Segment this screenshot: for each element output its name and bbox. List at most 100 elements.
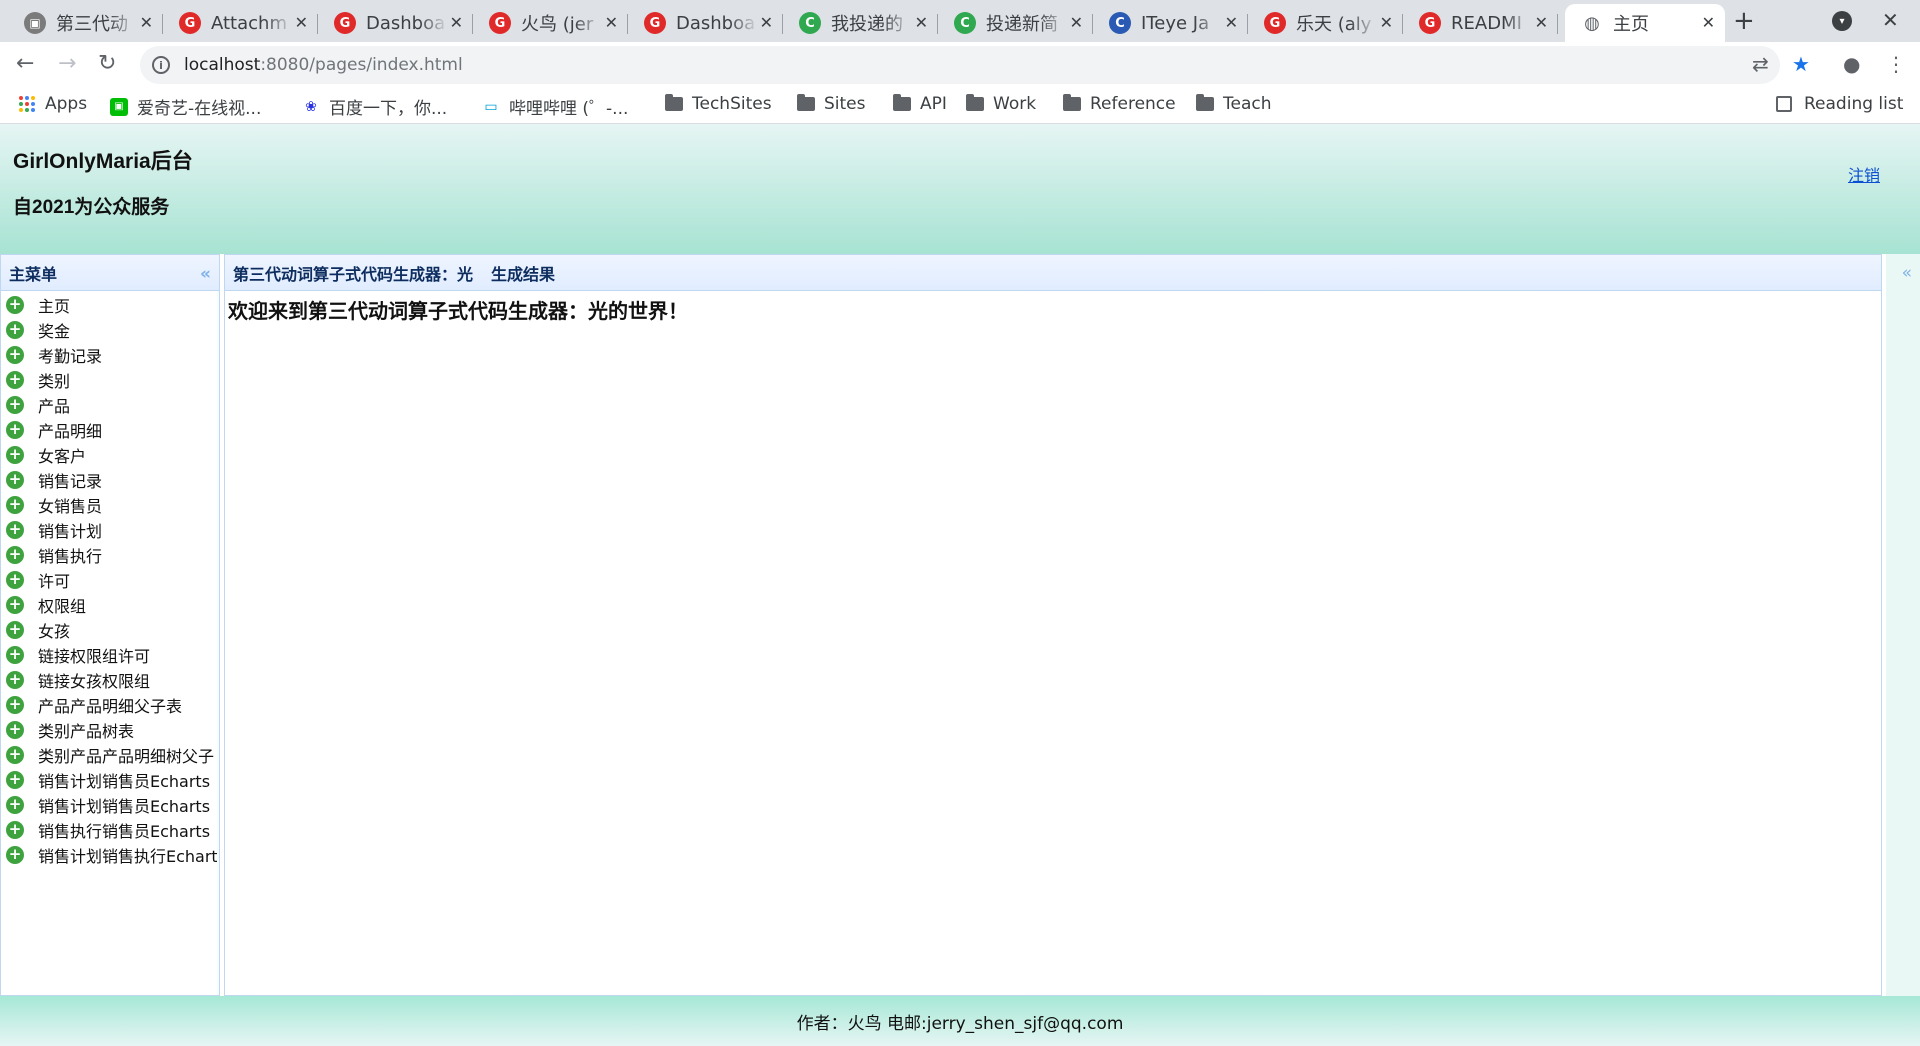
browser-tab[interactable]: G Dashboa ✕ (628, 4, 783, 42)
translate-icon[interactable]: ⇄ (1752, 52, 1769, 76)
bookmark-item[interactable]: ▭ 哔哩哔哩 (゜-... (482, 94, 628, 120)
tab-search-icon[interactable]: ▾ (1832, 11, 1852, 31)
add-plus-icon: + (6, 595, 24, 614)
web-page: GirlOnlyMaria后台 自2021为公众服务 注销 主菜单 « + 主页 +… (0, 124, 1920, 1046)
browser-tab[interactable]: C 我投递的 ✕ (783, 4, 938, 42)
browser-tab[interactable]: C 投递新简 ✕ (938, 4, 1093, 42)
bookmark-item[interactable]: Work (966, 94, 1036, 114)
sidebar-menu-item[interactable]: + 考勤记录 (1, 342, 217, 367)
add-plus-icon: + (6, 295, 24, 314)
browser-tab[interactable]: ◍ 主页 ✕ (1565, 4, 1725, 42)
bilibili-tv-icon: ▭ (484, 98, 498, 115)
bookmark-item[interactable]: Sites (797, 94, 866, 114)
sidebar-menu-item[interactable]: + 女孩 (1, 617, 217, 642)
sidebar-header: 主菜单 « (1, 255, 219, 291)
tab-title: 主页 (1613, 14, 1649, 35)
add-plus-icon: + (6, 545, 24, 564)
site-info-icon[interactable]: i (152, 56, 170, 74)
sidebar-menu-label: 销售执行销售员Echarts (38, 821, 211, 841)
sidebar-menu-label: 链接权限组许可 (38, 646, 151, 666)
tab-close-icon[interactable]: ✕ (1535, 13, 1548, 32)
sidebar-menu-item[interactable]: + 类别产品树表 (1, 717, 217, 742)
sidebar-menu-label: 考勤记录 (38, 346, 103, 366)
sidebar-menu-label: 奖金 (38, 321, 71, 341)
bookmark-item[interactable]: Teach (1196, 94, 1272, 114)
profile-icon[interactable]: ● (1843, 52, 1860, 76)
logout-link[interactable]: 注销 (1848, 162, 1880, 186)
apps-grid-icon (18, 95, 36, 113)
bookmark-item[interactable]: API (893, 94, 947, 114)
sidebar-menu-item[interactable]: + 类别产品产品明细树父子 (1, 742, 217, 767)
tab-close-icon[interactable]: ✕ (915, 13, 928, 32)
bookmark-item[interactable]: Apps (18, 94, 87, 114)
sidebar-menu-item[interactable]: + 链接权限组许可 (1, 642, 217, 667)
reload-icon[interactable]: ↻ (98, 51, 116, 76)
sidebar-menu-item[interactable]: + 销售记录 (1, 467, 217, 492)
window-close-icon[interactable]: ✕ (1882, 8, 1899, 32)
tab-close-icon[interactable]: ✕ (605, 13, 618, 32)
sidebar-menu-item[interactable]: + 女客户 (1, 442, 217, 467)
east-panel-collapsed: « (1886, 254, 1920, 996)
browser-tab[interactable]: C ITeye Ja ✕ (1093, 4, 1248, 42)
browser-tab[interactable]: G Attachm ✕ (163, 4, 318, 42)
sidebar-menu-item[interactable]: + 销售计划销售员Echarts (1, 792, 217, 817)
tab-close-icon[interactable]: ✕ (1380, 13, 1393, 32)
sidebar-menu-label: 女孩 (38, 621, 71, 641)
sidebar-menu-label: 销售记录 (38, 471, 103, 491)
globe-icon: ◍ (1584, 12, 1600, 34)
tab-close-icon[interactable]: ✕ (1702, 13, 1715, 32)
bookmark-item[interactable]: Reference (1063, 94, 1176, 114)
tab-close-icon[interactable]: ✕ (450, 13, 463, 32)
browser-tab[interactable]: G 乐天 (aly ✕ (1248, 4, 1403, 42)
sidebar-menu-item[interactable]: + 销售计划销售员Echarts (1, 767, 217, 792)
bookmark-item[interactable]: ❀ 百度一下，你... (302, 94, 447, 120)
new-tab-icon[interactable]: + (1733, 6, 1755, 36)
sidebar-menu-item[interactable]: + 链接女孩权限组 (1, 667, 217, 692)
reading-list-icon (1776, 96, 1792, 112)
gitee-favicon-icon: G (489, 12, 511, 34)
browser-tab[interactable]: G Dashboa ✕ (318, 4, 473, 42)
sidebar-menu-item[interactable]: + 许可 (1, 567, 217, 592)
iteye-favicon-icon: C (1109, 12, 1131, 34)
bookmark-star-icon[interactable]: ★ (1792, 52, 1810, 76)
sidebar-menu-item[interactable]: + 产品产品明细父子表 (1, 692, 217, 717)
bookmark-item[interactable]: ▣ 爱奇艺-在线视... (110, 94, 261, 119)
collapse-left-icon[interactable]: « (200, 264, 211, 284)
tab-close-icon[interactable]: ✕ (140, 13, 153, 32)
sidebar-menu-item[interactable]: + 产品明细 (1, 417, 217, 442)
back-arrow-icon[interactable]: ← (16, 51, 34, 76)
tab-close-icon[interactable]: ✕ (1225, 13, 1238, 32)
sidebar-menu-item[interactable]: + 销售执行 (1, 542, 217, 567)
sidebar-title: 主菜单 (9, 264, 58, 284)
sidebar-menu-item[interactable]: + 主页 (1, 292, 217, 317)
browser-menu-icon[interactable]: ⋮ (1886, 52, 1906, 76)
sidebar-menu-item[interactable]: + 销售执行销售员Echarts (1, 817, 217, 842)
tab-title: Attachm (211, 12, 287, 34)
sidebar-menu-item[interactable]: + 奖金 (1, 317, 217, 342)
sidebar-menu-item[interactable]: + 产品 (1, 392, 217, 417)
reading-list-button[interactable]: Reading list (1776, 94, 1903, 114)
address-bar[interactable]: i localhost:8080/pages/index.html (140, 46, 1780, 84)
tab-close-icon[interactable]: ✕ (760, 13, 773, 32)
add-plus-icon: + (6, 395, 24, 414)
browser-tab[interactable]: G 火鸟 (jer ✕ (473, 4, 628, 42)
browser-tab[interactable]: G READMI ✕ (1403, 4, 1558, 42)
expand-right-icon[interactable]: « (1902, 263, 1912, 283)
tab-title: Dashboa (366, 12, 446, 34)
bookmark-item[interactable]: TechSites (665, 94, 772, 114)
bookmark-label: TechSites (692, 94, 772, 114)
sidebar-menu-item[interactable]: + 权限组 (1, 592, 217, 617)
sidebar-menu-item[interactable]: + 类别 (1, 367, 217, 392)
site-title: GirlOnlyMaria后台 (13, 150, 193, 173)
browser-tab[interactable]: ▣ 第三代动 ✕ (8, 4, 163, 42)
forward-arrow-icon[interactable]: → (58, 51, 76, 76)
tab-close-icon[interactable]: ✕ (295, 13, 308, 32)
sidebar-menu-item[interactable]: + 女销售员 (1, 492, 217, 517)
sidebar-menu-item[interactable]: + 销售计划 (1, 517, 217, 542)
tab-close-icon[interactable]: ✕ (1070, 13, 1083, 32)
add-plus-icon: + (6, 695, 24, 714)
sidebar-menu-item[interactable]: + 销售计划销售执行Echarts (1, 842, 217, 867)
add-plus-icon: + (6, 770, 24, 789)
sidebar-menu-label: 销售计划 (38, 521, 103, 541)
sidebar-menu-label: 女销售员 (38, 496, 103, 516)
